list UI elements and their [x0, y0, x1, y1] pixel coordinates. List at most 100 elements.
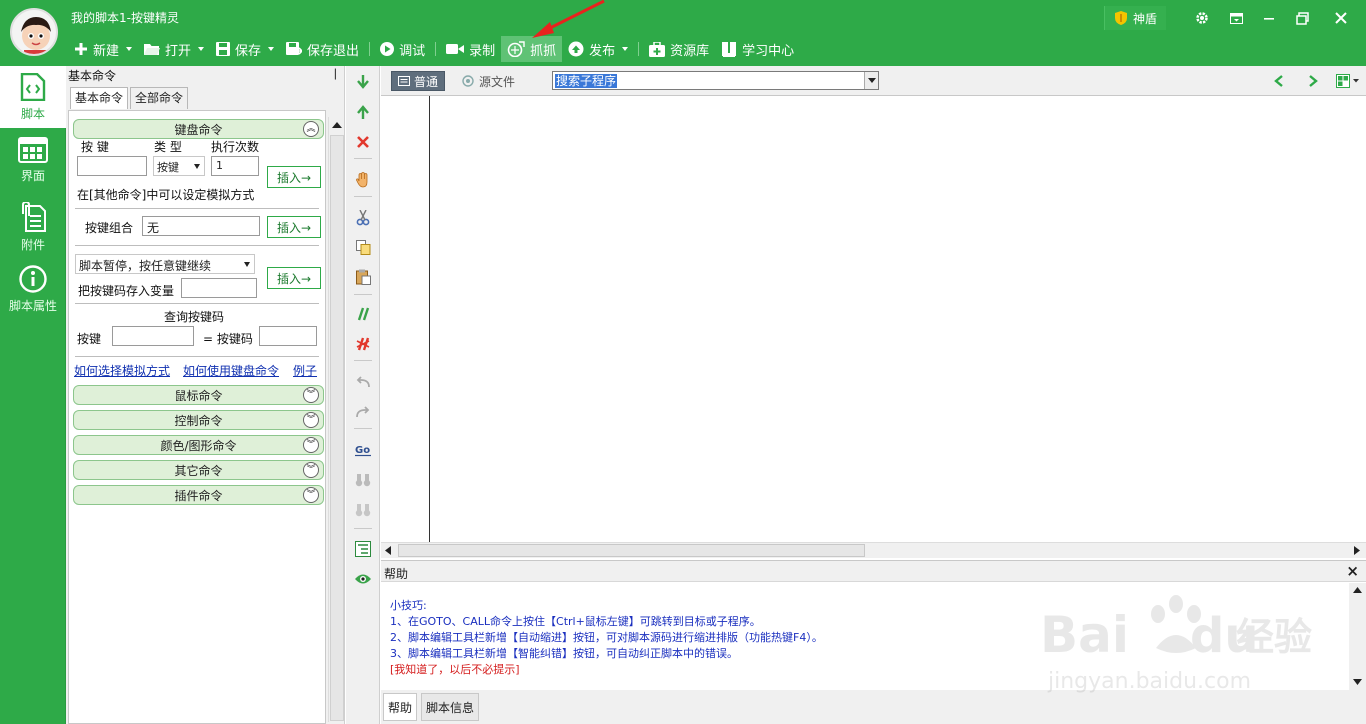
scroll-right-icon[interactable] [1354, 546, 1360, 555]
chevron-down-icon[interactable] [864, 72, 878, 89]
chevron-down-icon[interactable] [198, 47, 205, 51]
layout-grid-icon[interactable] [1336, 74, 1360, 88]
redo-button[interactable] [355, 404, 371, 420]
scrollbar-thumb[interactable] [330, 135, 344, 721]
help-link-keyboard[interactable]: 如何使用键盘命令 [183, 362, 279, 379]
record-button[interactable]: 录制 [440, 36, 501, 62]
resource-library-button[interactable]: 资源库 [643, 36, 715, 62]
scissors-icon [356, 210, 370, 226]
video-camera-icon [446, 44, 465, 54]
command-panel-scrollbar[interactable] [328, 117, 344, 722]
pin-icon[interactable]: ❘ [331, 67, 340, 83]
help-scrollbar[interactable] [1349, 583, 1366, 690]
title-bar: 我的脚本1-按键精灵 神盾 新建 打开 保存 保存退出 调试 录制 抓抓 发布 … [0, 0, 1366, 66]
help-panel-header: 帮助 × [381, 560, 1366, 582]
scroll-down-icon[interactable] [1353, 679, 1362, 685]
chevron-right-icon[interactable] [1308, 75, 1318, 87]
user-avatar[interactable] [10, 8, 58, 56]
minimize-button[interactable] [1257, 6, 1281, 30]
store-variable-input[interactable] [181, 278, 257, 298]
count-input[interactable]: 1 [211, 156, 259, 176]
comment-button[interactable] [355, 306, 371, 322]
indent-button[interactable] [355, 541, 371, 557]
save-button[interactable]: 保存 [210, 36, 280, 62]
tab-help[interactable]: 帮助 [383, 693, 418, 721]
script-editor[interactable] [381, 96, 1366, 542]
find-next-button[interactable] [355, 502, 371, 518]
insert-key-button[interactable]: 插入→ [267, 166, 321, 188]
shield-button[interactable]: 神盾 [1104, 6, 1166, 30]
pause-select[interactable]: 脚本暂停，按任意键继续 [75, 254, 255, 274]
tab-normal-mode[interactable]: 普通 [391, 71, 446, 91]
query-code-input[interactable] [259, 326, 317, 346]
sidebar-item-properties[interactable]: 脚本属性 [0, 258, 66, 320]
tab-all-commands[interactable]: 全部命令 [130, 87, 189, 109]
publish-icon [568, 41, 584, 57]
scroll-left-icon[interactable] [385, 546, 391, 555]
uncomment-button[interactable] [355, 336, 371, 352]
scroll-up-icon[interactable] [332, 121, 342, 129]
chevron-down-icon[interactable]: ︾ [303, 437, 319, 453]
dismiss-tips-link[interactable]: [我知道了，以后不必提示] [390, 661, 520, 677]
chevron-left-icon[interactable] [1274, 75, 1284, 87]
help-link-simulation[interactable]: 如何选择模拟方式 [74, 362, 170, 379]
scrollbar-thumb[interactable] [398, 544, 865, 557]
key-input[interactable] [77, 156, 147, 176]
mouse-commands-header[interactable]: 鼠标命令 ︾ [73, 385, 324, 405]
save-exit-button[interactable]: 保存退出 [280, 36, 365, 62]
insert-pause-button[interactable]: 插入→ [267, 267, 321, 289]
debug-button[interactable]: 调试 [374, 36, 431, 62]
chevron-down-icon[interactable]: ︾ [303, 462, 319, 478]
scroll-up-icon[interactable] [1353, 587, 1362, 593]
sidebar-item-attachment[interactable]: 附件 [0, 196, 66, 258]
pause-hand-button[interactable] [355, 172, 371, 188]
sidebar-item-script[interactable]: 脚本 [0, 66, 66, 128]
copy-button[interactable] [355, 239, 371, 255]
chevron-down-icon[interactable]: ︾ [303, 487, 319, 503]
help-link-example[interactable]: 例子 [293, 362, 317, 379]
tab-source-mode[interactable]: 源文件 [456, 71, 521, 91]
close-button[interactable] [1329, 6, 1353, 30]
undo-button[interactable] [355, 374, 371, 390]
control-commands-header[interactable]: 控制命令 ︾ [73, 410, 324, 430]
plugin-commands-header[interactable]: 插件命令 ︾ [73, 485, 324, 505]
chevron-down-icon[interactable] [268, 47, 275, 51]
subroutine-search-dropdown[interactable]: 搜索子程序 [552, 71, 879, 90]
other-commands-header[interactable]: 其它命令 ︾ [73, 460, 324, 480]
combo-input[interactable]: 无 [142, 216, 260, 236]
chevron-down-icon[interactable] [126, 47, 133, 51]
delete-button[interactable] [355, 134, 371, 150]
chevron-down-icon[interactable]: ︾ [303, 412, 319, 428]
chevron-down-icon[interactable] [622, 47, 629, 51]
tab-label: 普通 [414, 74, 439, 89]
move-up-button[interactable] [355, 104, 371, 120]
close-icon[interactable]: × [1346, 562, 1359, 580]
sidebar-item-ui[interactable]: 界面 [0, 129, 66, 191]
chevron-down-icon[interactable]: ︾ [303, 387, 319, 403]
hand-icon [356, 172, 368, 188]
cut-button[interactable] [355, 210, 371, 226]
color-graphics-commands-header[interactable]: 颜色/图形命令 ︾ [73, 435, 324, 455]
new-button[interactable]: 新建 [68, 36, 138, 62]
chevron-up-icon[interactable]: ︽ [303, 121, 319, 137]
maximize-button[interactable] [1290, 6, 1314, 30]
editor-horizontal-scrollbar[interactable] [381, 542, 1366, 558]
move-down-button[interactable] [355, 74, 371, 90]
tab-label: 源文件 [479, 74, 516, 89]
tab-script-info[interactable]: 脚本信息 [421, 693, 480, 721]
insert-combo-button[interactable]: 插入→ [267, 216, 321, 238]
settings-button[interactable] [1190, 6, 1214, 30]
tab-basic-commands[interactable]: 基本命令 [70, 87, 129, 109]
group-title: 插件命令 [174, 488, 223, 503]
find-button[interactable] [355, 472, 371, 488]
learning-center-button[interactable]: 学习中心 [715, 36, 800, 62]
query-key-input[interactable] [112, 326, 194, 346]
paste-button[interactable] [355, 269, 371, 285]
goto-button[interactable]: Go [355, 442, 371, 458]
smart-fix-button[interactable] [355, 571, 371, 587]
skin-button[interactable] [1224, 6, 1248, 30]
open-button[interactable]: 打开 [138, 36, 210, 62]
command-panel-title: 基本命令 [68, 69, 117, 83]
keyboard-commands-header[interactable]: 键盘命令 ︽ [73, 119, 324, 139]
type-select[interactable]: 按键 [153, 156, 205, 176]
